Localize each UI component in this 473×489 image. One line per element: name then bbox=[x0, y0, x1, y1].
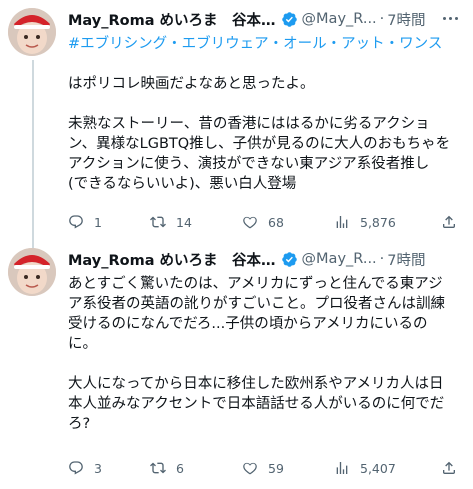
like-count: 68 bbox=[268, 214, 284, 230]
tweet-header: May_Roma めいろま 谷本… @May_R... · 7時間 bbox=[68, 248, 463, 270]
views-button[interactable]: 5,876 bbox=[334, 214, 396, 230]
tweet[interactable]: May_Roma めいろま 谷本… @May_R... · 7時間 あとすごく驚… bbox=[0, 240, 473, 489]
like-icon bbox=[243, 462, 257, 475]
retweet-icon bbox=[150, 216, 166, 228]
retweet-count: 6 bbox=[176, 460, 184, 476]
more-icon[interactable] bbox=[439, 10, 461, 26]
separator-dot: · bbox=[379, 11, 385, 27]
retweet-icon bbox=[150, 462, 166, 474]
avatar[interactable] bbox=[8, 248, 56, 296]
like-button[interactable]: 59 bbox=[242, 460, 284, 476]
retweet-count: 14 bbox=[176, 214, 192, 230]
author-name[interactable]: May_Roma めいろま 谷本… bbox=[68, 9, 276, 30]
reply-button[interactable]: 3 bbox=[68, 460, 102, 476]
views-count: 5,407 bbox=[360, 460, 396, 476]
verified-badge-icon bbox=[281, 251, 297, 267]
tweet-header: May_Roma めいろま 谷本… @May_R... · 7時間 bbox=[68, 8, 463, 30]
author-name[interactable]: May_Roma めいろま 谷本… bbox=[68, 249, 276, 270]
hashtag-link[interactable]: #エブリシング・エブリウェア・オール・アット・ワンス bbox=[68, 34, 463, 54]
views-button[interactable]: 5,407 bbox=[334, 460, 396, 476]
avatar-column bbox=[8, 248, 56, 296]
reply-icon bbox=[69, 215, 83, 229]
tweet-text-paragraph: 大人になってから日本に移住した欧州系やアメリカ人は日 本人並みなアクセントで日本… bbox=[68, 376, 445, 432]
share-icon[interactable] bbox=[441, 214, 457, 230]
avatar-column bbox=[8, 8, 56, 56]
action-bar: 1 14 68 5,876 bbox=[68, 212, 463, 232]
verified-badge-icon bbox=[281, 11, 297, 27]
avatar[interactable] bbox=[8, 8, 56, 56]
tweet-content: May_Roma めいろま 谷本… @May_R... · 7時間 あとすごく驚… bbox=[68, 248, 463, 434]
tweet-text-paragraph: 未熟なストーリー、昔の香港にははるかに劣るアクショ ン、異様なLGBTQ推し、子… bbox=[68, 116, 451, 192]
views-count: 5,876 bbox=[360, 214, 396, 230]
retweet-button[interactable]: 14 bbox=[150, 214, 192, 230]
reply-icon bbox=[69, 461, 83, 475]
timestamp[interactable]: 7時間 bbox=[387, 9, 425, 30]
author-handle[interactable]: @May_R... bbox=[302, 251, 377, 267]
action-bar: 3 6 59 5,407 bbox=[68, 458, 463, 478]
tweet-text-paragraph: あとすごく驚いたのは、アメリカにずっと住んでる東アジ ア系役者の英語の訛りがすご… bbox=[68, 276, 445, 352]
reply-count: 3 bbox=[94, 460, 102, 476]
views-icon bbox=[336, 216, 348, 228]
tweet-text-paragraph: はポリコレ映画だよなあと思ったよ。 bbox=[68, 76, 315, 92]
thread-line bbox=[32, 60, 34, 250]
like-icon bbox=[243, 216, 257, 229]
share-icon[interactable] bbox=[441, 460, 457, 476]
author-handle[interactable]: @May_R... bbox=[302, 11, 377, 27]
retweet-button[interactable]: 6 bbox=[150, 460, 184, 476]
views-icon bbox=[336, 462, 348, 474]
timestamp[interactable]: 7時間 bbox=[387, 249, 425, 270]
reply-count: 1 bbox=[94, 214, 102, 230]
separator-dot: · bbox=[379, 251, 385, 267]
like-button[interactable]: 68 bbox=[242, 214, 284, 230]
tweet[interactable]: May_Roma めいろま 谷本… @May_R... · 7時間 #エブリシン… bbox=[0, 0, 473, 250]
tweet-content: May_Roma めいろま 谷本… @May_R... · 7時間 #エブリシン… bbox=[68, 8, 463, 194]
reply-button[interactable]: 1 bbox=[68, 214, 102, 230]
like-count: 59 bbox=[268, 460, 284, 476]
